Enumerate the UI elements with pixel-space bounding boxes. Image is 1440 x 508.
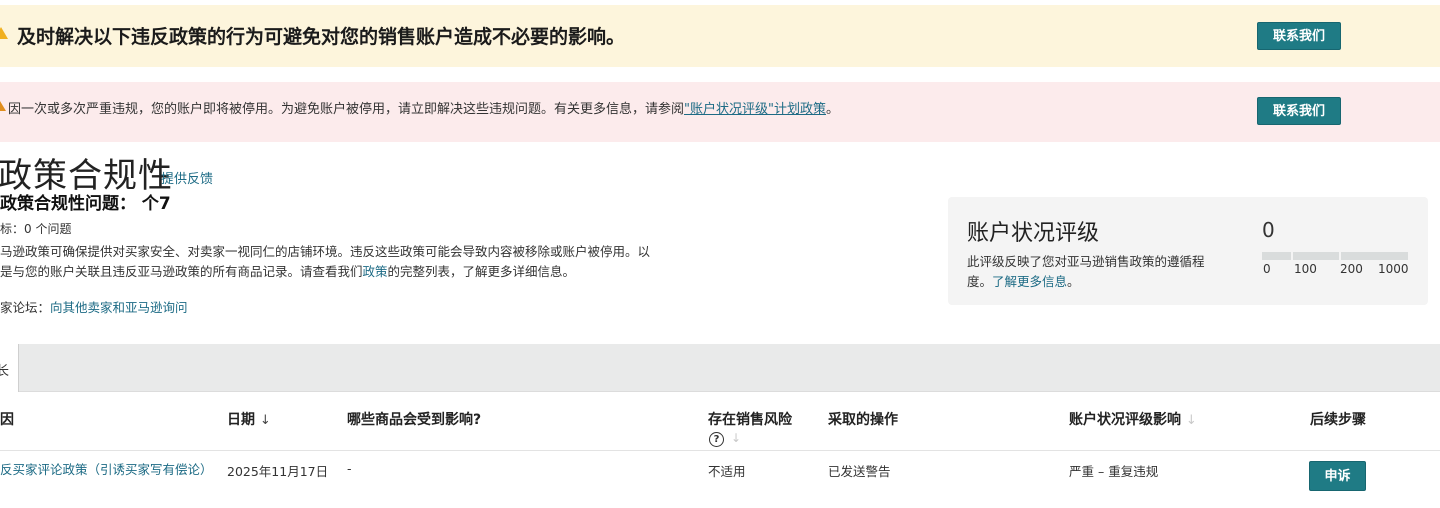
ahr-tick-0: 0 (1263, 262, 1271, 276)
row-reason-link[interactable]: 反买家评论政策（引诱买家写有偿论） (0, 460, 213, 479)
warning-icon (0, 101, 6, 111)
row-date: 2025年11月17日 (227, 464, 329, 479)
suspension-warning-banner: 因一次或多次严重违规，您的账户即将被停用。为避免账户被停用，请立即解决这些违规问… (0, 82, 1440, 142)
seller-forum-line: 家论坛：向其他卖家和亚马逊询问 (0, 300, 188, 315)
col-header-reason: 因 (0, 412, 14, 428)
ahr-tick-200: 200 (1340, 262, 1363, 276)
contact-us-button-2[interactable]: 联系我们 (1257, 97, 1341, 125)
policy-description: 马逊政策可确保提供对买家安全、对卖家一视同仁的店铺环境。违反这些政策可能会导致内… (0, 244, 651, 279)
policy-warning-banner: 及时解决以下违反政策的行为可避免对您的销售账户造成不必要的影响。 联系我们 (0, 5, 1440, 67)
banner-title: 及时解决以下违反政策的行为可避免对您的销售账户造成不必要的影响。 (17, 26, 626, 48)
tab-strip: 长 (0, 344, 1440, 392)
help-icon[interactable]: ? (709, 432, 724, 447)
appeal-button[interactable]: 申诉 (1309, 461, 1366, 491)
col-header-date[interactable]: 日期 ↓ (227, 409, 271, 429)
col-header-ahr-impact[interactable]: 账户状况评级影响 ↓ (1069, 409, 1197, 429)
learn-more-link[interactable]: 了解更多信息 (992, 274, 1067, 289)
ahr-tick-100: 100 (1294, 262, 1317, 276)
col-header-next-steps: 后续步骤 (1310, 412, 1366, 428)
feedback-link[interactable]: 提供反馈 (161, 168, 213, 187)
col-header-affected: 哪些商品会受到影响? (347, 412, 482, 428)
row-action: 已发送警告 (828, 464, 891, 479)
forum-link[interactable]: 向其他卖家和亚马逊询问 (50, 300, 188, 315)
row-ahr-impact: 严重 – 重复违规 (1069, 464, 1159, 479)
account-health-card: 账户状况评级 此评级反映了您对亚马逊销售政策的遵循程度。了解更多信息。 0 0 … (948, 197, 1428, 305)
target-issues-text: 标：0 个问题 (0, 222, 72, 236)
ahr-title: 账户状况评级 (967, 221, 1100, 246)
ahr-description: 此评级反映了您对亚马逊销售政策的遵循程度。了解更多信息。 (967, 254, 1205, 289)
sort-arrow-icon: ↓ (259, 413, 271, 428)
ahr-score: 0 (1262, 218, 1275, 242)
row-affected: - (347, 461, 352, 476)
row-divider (0, 450, 1440, 451)
ahr-tick-1000: 1000 (1378, 262, 1409, 276)
ahr-policy-link[interactable]: "账户状况评级"计划政策 (684, 102, 826, 117)
ahr-bar-segment (1262, 252, 1291, 260)
row-sales-risk: 不适用 (708, 464, 746, 479)
policy-link[interactable]: 政策 (363, 264, 388, 279)
sort-arrow-icon: ↓ (1185, 413, 1197, 428)
ahr-bar-segment (1293, 252, 1339, 260)
col-header-sales-risk: 存在销售风险 (708, 412, 792, 428)
ahr-bar-segment (1341, 252, 1408, 260)
tab-active[interactable]: 长 (0, 344, 19, 392)
warning-icon (0, 27, 8, 39)
col-header-action: 采取的操作 (828, 412, 898, 428)
issues-count-heading: 政策合规性问题： 个7 (0, 194, 171, 214)
sort-arrow-icon[interactable]: ↓ (731, 431, 741, 445)
suspension-message: 因一次或多次严重违规，您的账户即将被停用。为避免账户被停用，请立即解决这些违规问… (8, 102, 839, 117)
contact-us-button[interactable]: 联系我们 (1257, 22, 1341, 50)
